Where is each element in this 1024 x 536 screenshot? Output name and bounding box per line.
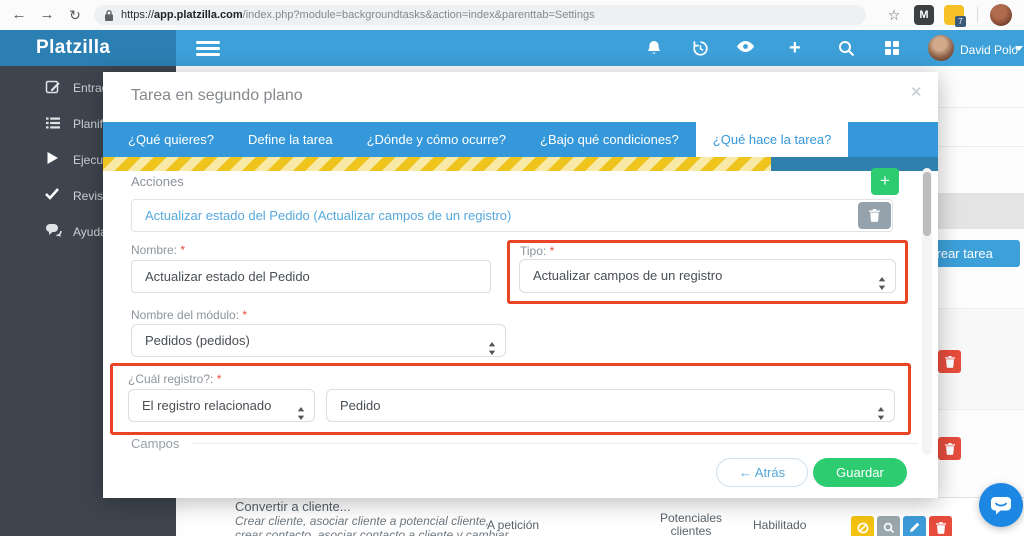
browser-profile-avatar[interactable] <box>990 4 1012 26</box>
action-list-item: Actualizar estado del Pedido (Actualizar… <box>131 199 893 232</box>
delete-button[interactable] <box>938 350 961 373</box>
modal-scrollbar-thumb[interactable] <box>923 172 931 236</box>
select-stepper-icon <box>877 400 885 422</box>
disable-button[interactable] <box>851 516 874 536</box>
task-row-description: crear contacto, asociar contacto a clien… <box>235 528 508 536</box>
remove-action-button[interactable] <box>858 202 891 229</box>
modal-tab-bar: ¿Qué quieres? Define la tarea ¿Dónde y c… <box>103 122 938 157</box>
actions-section-label: Acciones <box>131 174 184 189</box>
task-row-module: clientes <box>645 524 737 536</box>
messenger-icon <box>989 495 1013 516</box>
browser-toolbar: ← → ↻ https://app.platzilla.com/index.ph… <box>0 0 1024 30</box>
list-icon <box>45 115 61 136</box>
padlock-icon <box>104 9 114 22</box>
bookmark-star-icon[interactable]: ☆ <box>884 5 904 25</box>
action-item-link[interactable]: Actualizar estado del Pedido (Actualizar… <box>145 200 511 231</box>
task-row-title[interactable]: Convertir a cliente... <box>235 499 351 514</box>
apps-grid-icon[interactable] <box>884 40 902 56</box>
play-icon <box>45 151 59 170</box>
browser-back-icon[interactable]: ← <box>8 4 30 26</box>
magnifier-icon <box>883 522 895 534</box>
select-stepper-icon <box>878 270 886 293</box>
pencil-icon <box>909 522 920 533</box>
progress-fill <box>103 157 771 171</box>
check-icon <box>45 187 59 205</box>
trash-icon <box>936 522 946 534</box>
nombre-input[interactable]: Actualizar estado del Pedido <box>131 260 491 293</box>
history-icon[interactable] <box>692 40 710 56</box>
modulo-label: Nombre del módulo: * <box>131 308 247 322</box>
view-button[interactable] <box>877 516 900 536</box>
tipo-select[interactable]: Actualizar campos de un registro <box>519 259 896 293</box>
app-screen: ← → ↻ https://app.platzilla.com/index.ph… <box>0 0 1024 536</box>
address-bar[interactable]: https://app.platzilla.com/index.php?modu… <box>94 5 866 25</box>
extension-m-icon[interactable]: M <box>914 5 934 25</box>
select-stepper-icon <box>488 335 496 357</box>
chat-icon <box>45 223 63 243</box>
modulo-select[interactable]: Pedidos (pedidos) <box>131 324 506 357</box>
registro-relacion-select[interactable]: El registro relacionado <box>128 389 315 422</box>
wizard-progress-bar <box>103 157 938 171</box>
search-icon[interactable] <box>838 40 856 56</box>
toolbar-divider <box>977 7 978 23</box>
add-icon[interactable]: + <box>789 36 801 60</box>
campos-section-label: Campos <box>131 436 179 451</box>
sidebar-item-label: Ayuda <box>73 225 107 239</box>
tab-donde-y-como-ocurre[interactable]: ¿Dónde y cómo ocurre? <box>350 122 523 157</box>
tab-que-quieres[interactable]: ¿Qué quieres? <box>111 122 231 157</box>
required-asterisk: * <box>242 308 247 322</box>
eye-icon[interactable] <box>736 40 754 56</box>
task-row-module: Potenciales <box>645 511 737 525</box>
trash-icon <box>945 443 955 455</box>
browser-forward-icon[interactable]: → <box>36 4 58 26</box>
url-scheme: https:// <box>121 9 154 21</box>
menu-icon[interactable] <box>196 41 220 56</box>
delete-button[interactable] <box>938 437 961 460</box>
save-button[interactable]: Guardar <box>813 458 907 487</box>
required-asterisk: * <box>550 244 555 258</box>
nombre-label: Nombre: * <box>131 243 185 257</box>
ban-icon <box>857 522 869 534</box>
extension-badge: 7 <box>955 16 966 27</box>
url-domain: app.platzilla.com <box>154 9 243 21</box>
user-name[interactable]: David Polo <box>960 43 1018 57</box>
back-button[interactable]: ← Atrás <box>716 458 808 487</box>
tab-que-hace-la-tarea[interactable]: ¿Qué hace la tarea? <box>696 122 849 157</box>
task-row-description: Crear cliente, asociar cliente a potenci… <box>235 514 489 528</box>
notifications-bell-icon[interactable] <box>646 40 664 56</box>
required-asterisk: * <box>180 243 185 257</box>
tab-define-la-tarea[interactable]: Define la tarea <box>231 122 350 157</box>
required-asterisk: * <box>217 372 222 386</box>
tipo-label: Tipo: * <box>520 244 554 258</box>
edit-button[interactable] <box>903 516 926 536</box>
modal-title: Tarea en segundo plano <box>131 87 303 105</box>
user-avatar[interactable] <box>928 35 954 61</box>
tab-bajo-que-condiciones[interactable]: ¿Bajo qué condiciones? <box>523 122 696 157</box>
trash-icon <box>869 209 880 222</box>
brand-logo[interactable]: Platzilla <box>0 30 176 66</box>
page-divider <box>938 107 1024 108</box>
close-icon[interactable]: ✕ <box>910 83 923 101</box>
page-divider <box>938 146 1024 147</box>
task-row-frequency: A petición <box>487 518 539 532</box>
edit-icon <box>45 79 61 100</box>
section-divider <box>192 443 918 444</box>
trash-icon <box>945 356 955 368</box>
chat-widget-button[interactable] <box>979 483 1023 527</box>
add-action-button[interactable]: + <box>871 168 899 195</box>
chevron-down-icon[interactable] <box>1015 46 1023 51</box>
browser-reload-icon[interactable]: ↻ <box>64 4 86 26</box>
delete-button[interactable] <box>929 516 952 536</box>
select-stepper-icon <box>297 400 305 422</box>
url-path: /index.php?module=backgroundtasks&action… <box>243 9 595 21</box>
page-section-header <box>930 193 1024 229</box>
registro-label: ¿Cuál registro?: * <box>128 372 221 386</box>
task-row-status: Habilitado <box>753 518 806 532</box>
registro-select[interactable]: Pedido <box>326 389 895 422</box>
url-text: https://app.platzilla.com/index.php?modu… <box>121 9 595 21</box>
